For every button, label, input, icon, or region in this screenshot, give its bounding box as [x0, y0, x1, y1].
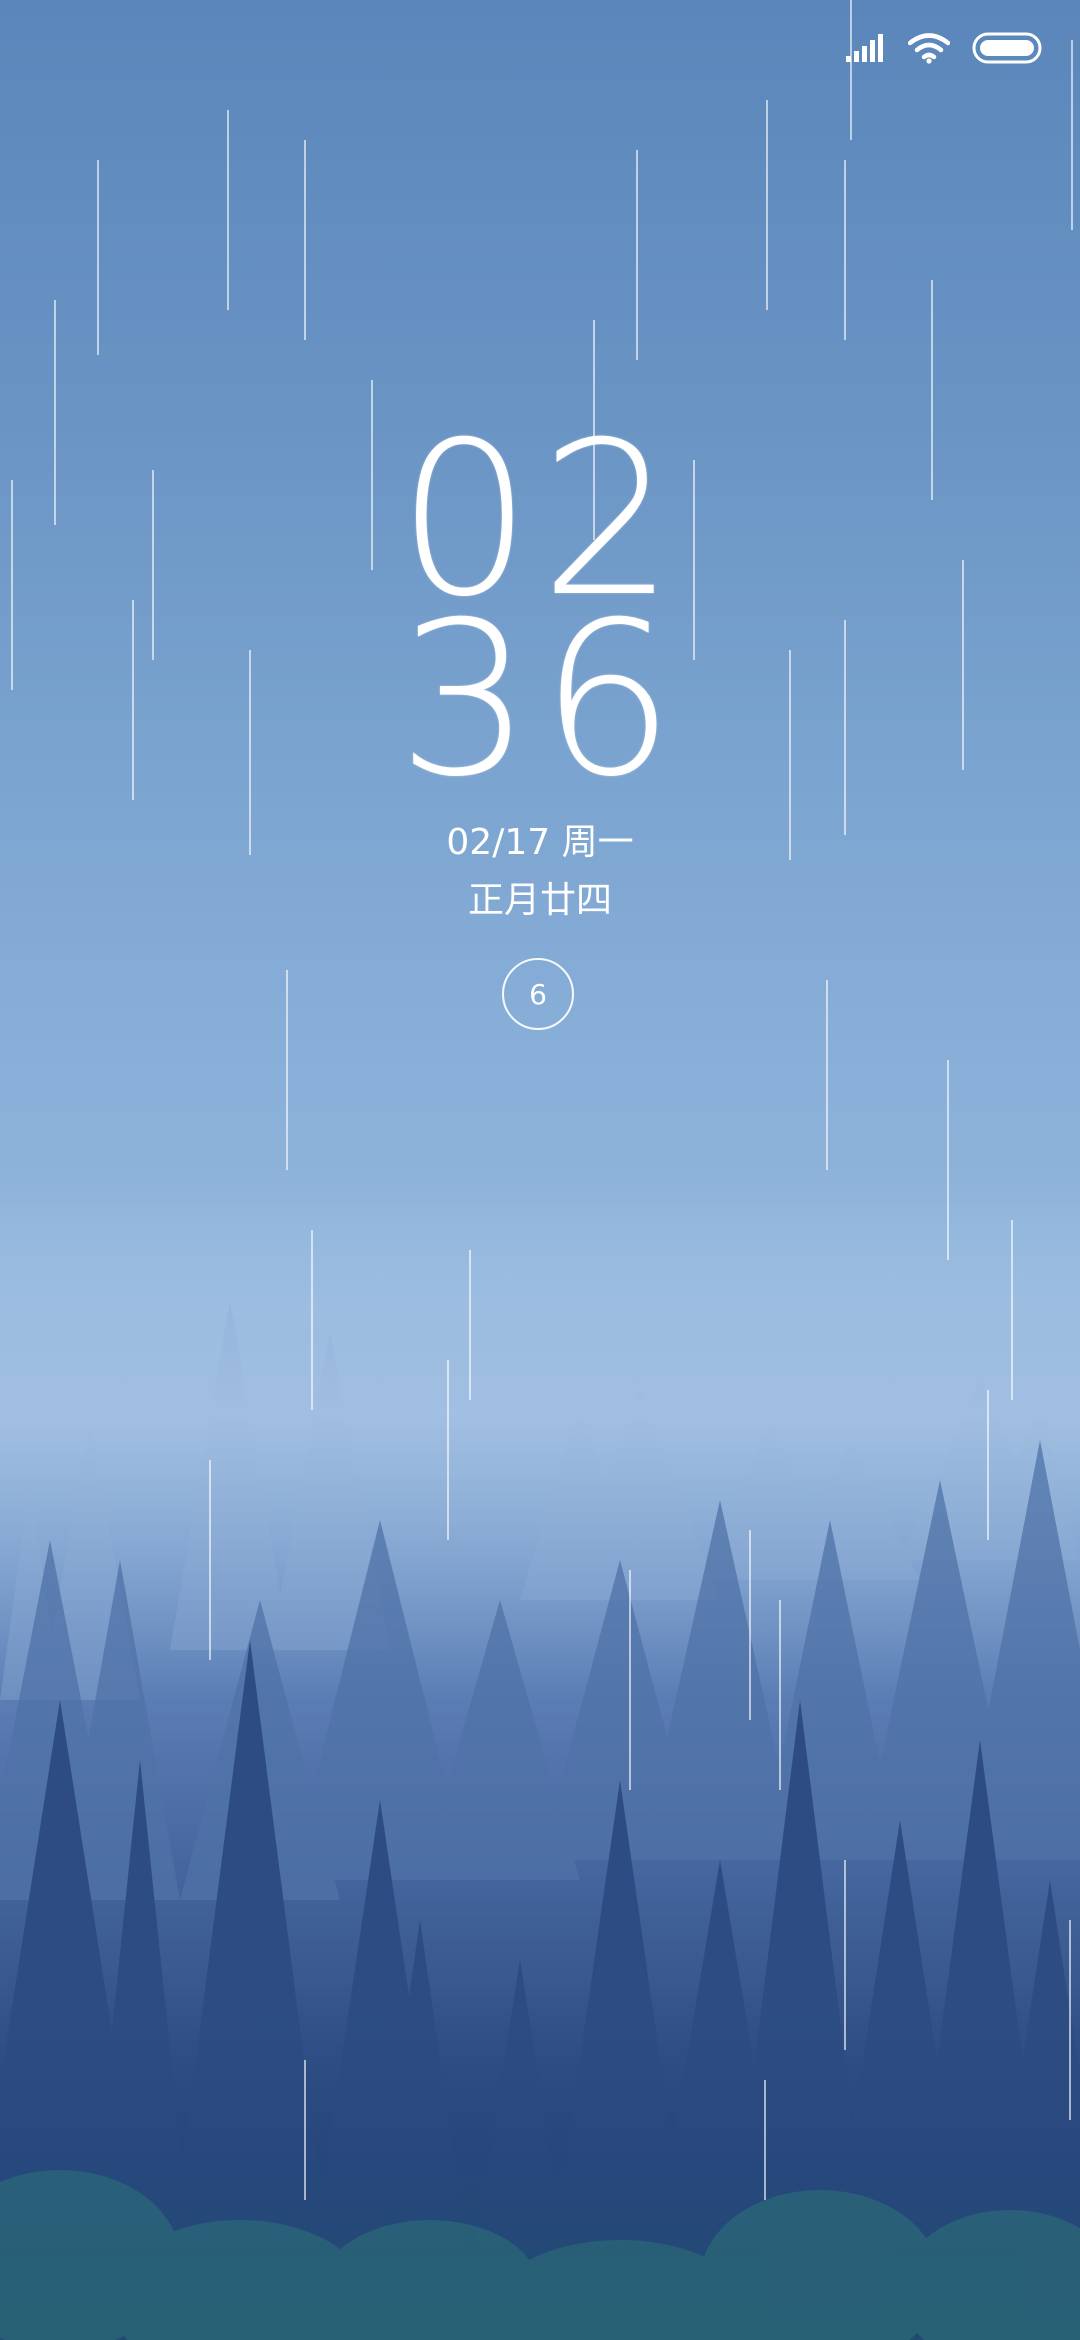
clock-minute: 36 [397, 576, 683, 823]
date-weekday: 02/17 周一 [446, 822, 634, 863]
status-bar [846, 22, 1042, 74]
lunar-date: 正月廿四 [467, 880, 612, 921]
battery-icon [972, 32, 1042, 64]
wifi-icon [908, 33, 950, 64]
signal-icon [846, 34, 883, 62]
wallpaper [0, 0, 1080, 2340]
lockscreen-clock: 02 36 [0, 414, 1080, 823]
notification-count-badge[interactable]: 6 [502, 958, 574, 1030]
